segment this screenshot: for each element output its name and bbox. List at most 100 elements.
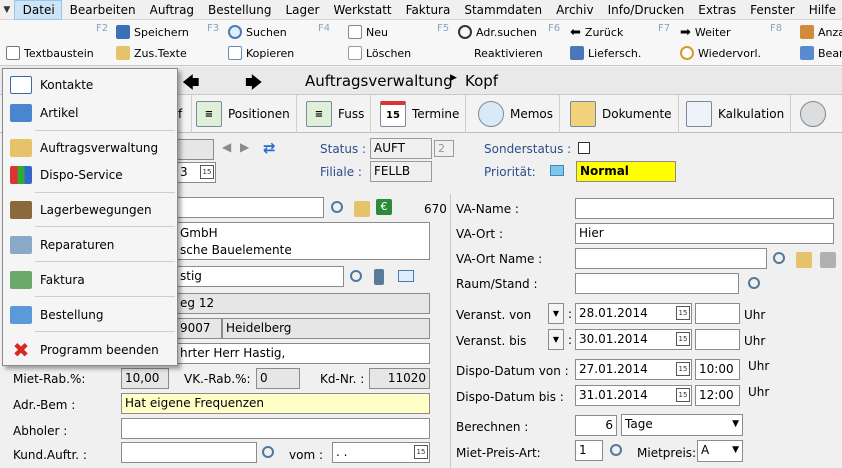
menu-bearbeiten[interactable]: Bearbeiten xyxy=(62,0,142,20)
filiale-field[interactable]: FELLB xyxy=(370,161,432,182)
menu-item-bestellung[interactable]: Bestellung xyxy=(3,303,177,327)
calendar-icon[interactable]: 15 xyxy=(676,332,690,346)
calendar-icon[interactable]: 15 xyxy=(414,445,428,459)
dispo-bis-time[interactable]: 12:00 xyxy=(695,385,740,406)
menu-item-artikel[interactable]: Artikel xyxy=(3,101,177,125)
menu-hilfe[interactable]: Hilfe xyxy=(801,0,842,20)
refresh-icon[interactable]: ⇄ xyxy=(263,139,276,157)
dispo-von-date[interactable]: 27.01.2014 15 xyxy=(575,359,692,380)
veranst-bis-time[interactable] xyxy=(695,329,740,350)
berechnen-field[interactable]: 6 xyxy=(575,415,617,436)
customer-order-search-icon[interactable] xyxy=(262,446,274,458)
menu-auftrag[interactable]: Auftrag xyxy=(142,0,200,20)
menu-archiv[interactable]: Archiv xyxy=(548,0,600,20)
dispo-bis-date[interactable]: 31.01.2014 15 xyxy=(575,385,692,406)
additional-texts-button[interactable]: Zus.Texte xyxy=(116,44,187,62)
venue-search-icon[interactable] xyxy=(773,252,785,264)
next-record-icon[interactable]: ▶ xyxy=(240,140,249,154)
tab-dokumente[interactable]: Dokumente xyxy=(566,95,679,133)
calendar-icon[interactable]: 15 xyxy=(676,306,690,320)
menu-item-reparaturen[interactable]: Reparaturen xyxy=(3,233,177,257)
tab-memos[interactable]: Memos xyxy=(474,95,561,133)
tab-positionen[interactable]: ≡ Positionen xyxy=(192,95,297,133)
kd-nr-field[interactable]: 11020 xyxy=(369,368,430,389)
status-field[interactable]: AUFT xyxy=(370,138,432,159)
tab-kopf[interactable]: f xyxy=(178,95,192,133)
order-date-field[interactable]: 3 15 xyxy=(176,162,216,183)
system-menu-icon[interactable]: ▼ xyxy=(0,5,14,15)
calendar-icon[interactable]: 15 xyxy=(676,388,690,402)
menu-item-auftragsverwaltung[interactable]: Auftragsverwaltung xyxy=(3,136,177,160)
tab-settings[interactable] xyxy=(796,95,838,133)
phone-icon[interactable] xyxy=(374,269,384,285)
menu-bestellung[interactable]: Bestellung xyxy=(200,0,277,20)
abholer-field[interactable] xyxy=(121,418,430,439)
priority-field[interactable]: Normal xyxy=(576,161,676,182)
menu-fenster[interactable]: Fenster xyxy=(742,0,801,20)
mietpreisart-field[interactable]: 1 xyxy=(575,440,603,461)
mietpreis-select[interactable]: A ▼ xyxy=(697,440,743,462)
veranst-von-time[interactable] xyxy=(695,303,740,324)
contact-search-icon[interactable] xyxy=(350,270,362,282)
calendar-icon[interactable]: 15 xyxy=(200,165,214,179)
venue-folder-icon[interactable] xyxy=(796,252,812,268)
menu-info-drucken[interactable]: Info/Drucken xyxy=(600,0,691,20)
bearbeiten-button[interactable]: Bearb xyxy=(800,44,842,62)
customer-search-field[interactable] xyxy=(176,197,324,218)
menu-datei[interactable]: Datei xyxy=(13,0,62,20)
contact-person-field[interactable]: stig xyxy=(176,266,344,287)
va-name-field[interactable] xyxy=(575,198,834,219)
customer-name-field[interactable]: GmbH sche Bauelemente xyxy=(176,222,430,260)
menu-item-dispo-service[interactable]: Dispo-Service xyxy=(3,163,177,187)
menu-faktura[interactable]: Faktura xyxy=(398,0,457,20)
forward-button[interactable]: ➡ Weiter xyxy=(680,23,731,41)
address-search-button[interactable]: Adr.suchen xyxy=(458,23,537,41)
search-icon[interactable] xyxy=(331,201,343,213)
sonderstatus-checkbox[interactable] xyxy=(578,142,590,154)
street-field[interactable]: eg 12 xyxy=(176,293,430,314)
previous-record-icon[interactable]: ◀ xyxy=(222,140,231,154)
customer-order-field[interactable] xyxy=(121,442,257,463)
save-button[interactable]: Speichern xyxy=(116,23,189,41)
menu-stammdaten[interactable]: Stammdaten xyxy=(456,0,548,20)
menu-item-kontakte[interactable]: Kontakte xyxy=(3,73,177,97)
veranst-bis-dropdown[interactable]: ▼ xyxy=(548,329,564,350)
email-icon[interactable] xyxy=(398,270,414,282)
menu-item-lagerbewegungen[interactable]: Lagerbewegungen xyxy=(3,198,177,222)
customer-order-date-field[interactable]: . . 15 xyxy=(332,442,430,463)
anzahlung-button[interactable]: Anza xyxy=(800,23,842,41)
folder-open-icon[interactable] xyxy=(354,201,370,217)
currency-icon[interactable]: € xyxy=(376,199,392,215)
resubmission-button[interactable]: Wiedervorl. xyxy=(680,44,761,62)
tab-termine[interactable]: 15 Termine xyxy=(376,95,467,133)
reactivate-button[interactable]: Reaktivieren xyxy=(474,44,543,62)
va-ort-name-field[interactable] xyxy=(575,248,767,269)
order-number-field[interactable] xyxy=(176,139,214,160)
menu-lager[interactable]: Lager xyxy=(278,0,326,20)
veranst-von-dropdown[interactable]: ▼ xyxy=(548,303,564,324)
new-button[interactable]: Neu xyxy=(348,23,388,41)
raum-stand-field[interactable] xyxy=(575,273,739,294)
tab-fuss[interactable]: ≡ Fuss xyxy=(302,95,372,133)
menu-item-faktura[interactable]: Faktura xyxy=(3,268,177,292)
back-button[interactable]: ⬅ Zurück xyxy=(570,23,623,41)
adr-bem-field[interactable]: Hat eigene Frequenzen xyxy=(121,393,430,414)
menu-extras[interactable]: Extras xyxy=(690,0,742,20)
menu-werkstatt[interactable]: Werkstatt xyxy=(325,0,397,20)
search-button[interactable]: Suchen xyxy=(228,23,287,41)
calendar-icon[interactable]: 15 xyxy=(676,362,690,376)
room-search-icon[interactable] xyxy=(748,277,760,289)
delivery-note-button[interactable]: Liefersch. xyxy=(570,44,641,62)
city-field[interactable]: Heidelberg xyxy=(222,318,430,339)
textbaustein-button[interactable]: Textbaustein xyxy=(6,44,94,62)
dispo-von-time[interactable]: 10:00 xyxy=(695,359,740,380)
copy-button[interactable]: Kopieren xyxy=(228,44,294,62)
salutation-field[interactable]: hrter Herr Hastig, xyxy=(176,343,430,364)
berechnen-unit-select[interactable]: Tage ▼ xyxy=(621,414,743,436)
vk-rab-field[interactable]: 0 xyxy=(256,368,300,389)
menu-item-programm-beenden[interactable]: ✖ Programm beenden xyxy=(3,338,177,362)
tab-kalkulation[interactable]: Kalkulation xyxy=(682,95,792,133)
delete-button[interactable]: Löschen xyxy=(348,44,411,62)
va-ort-field[interactable]: Hier xyxy=(575,223,834,244)
zip-field[interactable]: 9007 xyxy=(176,318,222,339)
